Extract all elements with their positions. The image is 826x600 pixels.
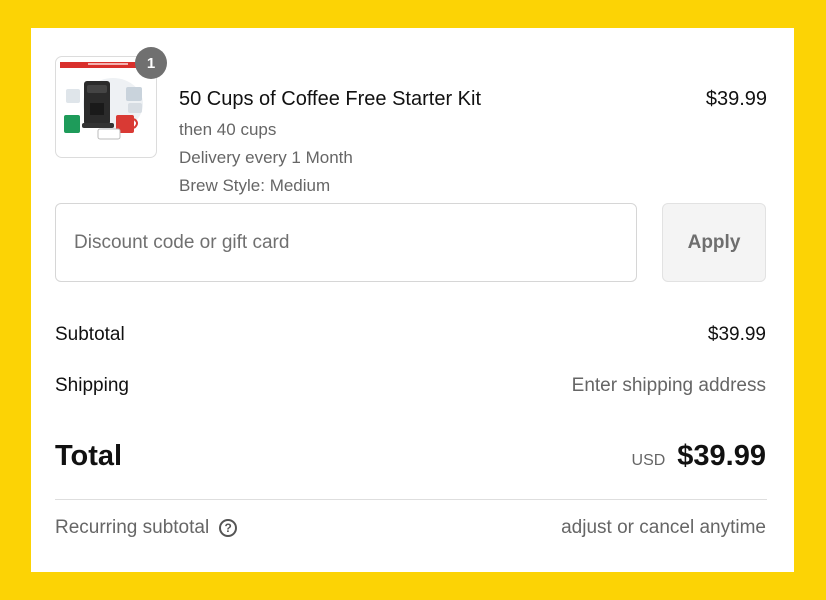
total-label: Total — [55, 440, 123, 472]
quantity-badge: 1 — [135, 47, 167, 79]
shipping-label: Shipping — [55, 375, 129, 396]
apply-button[interactable]: Apply — [662, 203, 766, 282]
question-circle-icon[interactable]: ? — [219, 519, 238, 537]
product-detail-brew-style: Brew Style: Medium — [179, 176, 331, 195]
recurring-subtotal: Recurring subtotal ? — [55, 517, 238, 539]
product-detail-delivery: Delivery every 1 Month — [179, 148, 353, 167]
shipping-value: Enter shipping address — [571, 375, 766, 396]
product-detail-followup: then 40 cups — [179, 120, 277, 139]
line-item: 1 50 Cups of Coffee Free Starter Kit the… — [55, 47, 767, 206]
currency-code: USD — [631, 452, 666, 469]
recurring-note: adjust or cancel anytime — [561, 517, 766, 538]
total-amount: $39.99 — [677, 440, 766, 472]
product-thumbnail: 1 — [55, 47, 167, 158]
total-value-group: USD $39.99 — [632, 440, 766, 473]
product-title: 50 Cups of Coffee Free Starter Kit — [179, 88, 482, 110]
divider — [55, 499, 767, 500]
subtotal-value: $39.99 — [707, 324, 766, 345]
subtotal-label: Subtotal — [55, 324, 125, 345]
discount-code-input[interactable] — [55, 203, 637, 282]
order-summary-card: 1 50 Cups of Coffee Free Starter Kit the… — [31, 28, 794, 572]
recurring-subtotal-label: Recurring subtotal — [55, 517, 210, 538]
product-price: $39.99 — [705, 88, 767, 110]
